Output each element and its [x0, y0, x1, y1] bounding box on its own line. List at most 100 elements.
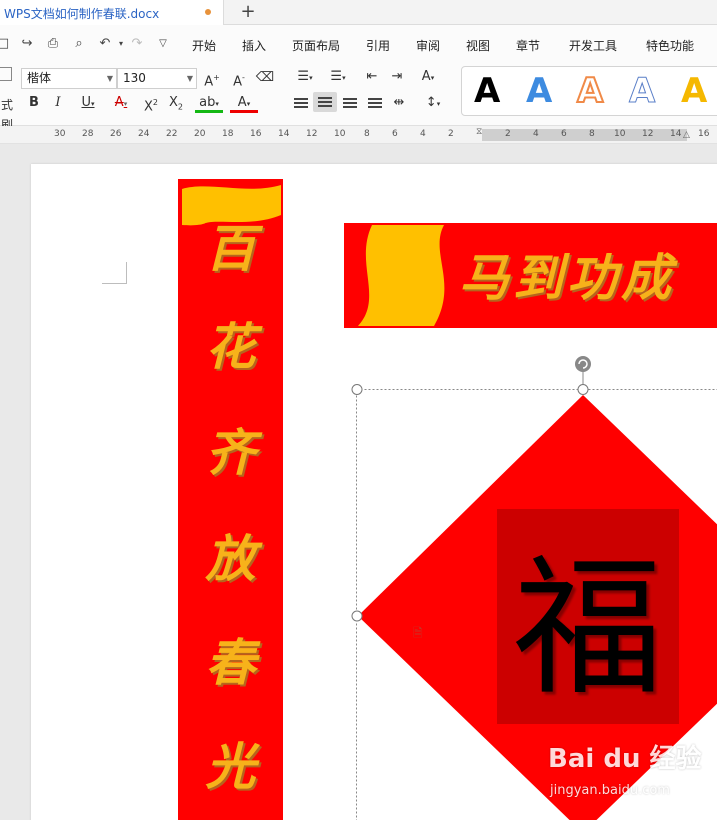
document-tab-title: WPS文档如何制作春联.docx: [4, 7, 160, 21]
menu-view[interactable]: 视图: [466, 37, 490, 54]
distributed-icon[interactable]: ⇹: [389, 93, 409, 113]
ruler-number: 16: [698, 129, 710, 139]
menu-review[interactable]: 审阅: [416, 37, 440, 54]
ruler-number: 28: [82, 129, 94, 139]
ruler-number: 10: [614, 129, 626, 139]
align-left-icon[interactable]: [291, 93, 311, 113]
ruler-number: 14: [278, 129, 290, 139]
numbering-icon[interactable]: ☰▾: [325, 67, 351, 87]
ruler-number: 4: [420, 129, 426, 139]
wps-writer-window: WPS文档如何制作春联.docx + □ ↪ ⎙ ⌕ ↶ ▾ ↷ ▽ 开始 插入…: [0, 0, 717, 820]
vertical-couplet[interactable]: 百 花 齐 放 春 光: [178, 179, 283, 820]
ruler-number: 2: [448, 129, 454, 139]
ruler-number: 26: [110, 129, 122, 139]
print-preview-icon[interactable]: ⌕: [70, 35, 88, 53]
fu-character: 福: [512, 542, 663, 716]
save-icon[interactable]: ↪: [18, 35, 36, 53]
style-orange-outline-a[interactable]: A: [576, 70, 604, 112]
style-black-a[interactable]: A: [474, 71, 500, 111]
ruler-number: 8: [589, 129, 595, 139]
rotate-handle-icon[interactable]: [575, 356, 591, 372]
font-name-select[interactable]: 楷体 ▼: [21, 68, 117, 89]
customize-toolbar-icon[interactable]: ▽: [154, 35, 172, 53]
menu-home[interactable]: 开始: [192, 37, 216, 54]
clear-formatting-icon[interactable]: ⌫: [255, 68, 275, 88]
couplet-character: 光: [205, 737, 256, 796]
couplet-character: 放: [205, 529, 256, 588]
font-size-value: 130: [123, 71, 146, 85]
superscript-icon[interactable]: X2: [141, 93, 161, 114]
style-gold-a[interactable]: A: [681, 71, 707, 111]
align-center-icon[interactable]: [313, 92, 337, 112]
horizontal-couplet-text: 马到功成: [459, 248, 675, 307]
menu-insert[interactable]: 插入: [242, 37, 266, 54]
style-blue-outline-a[interactable]: A: [628, 71, 655, 112]
redo-icon[interactable]: ↷: [128, 35, 146, 53]
menu-section[interactable]: 章节: [516, 37, 540, 54]
grow-font-icon[interactable]: A+: [202, 68, 222, 89]
right-indent-marker-icon[interactable]: △: [683, 130, 690, 140]
document-tab-bar: WPS文档如何制作春联.docx +: [0, 0, 717, 25]
menu-developer-tools[interactable]: 开发工具: [569, 37, 617, 54]
ruler-number: 24: [138, 129, 150, 139]
resize-handle-top[interactable]: [577, 384, 589, 395]
align-center-glyph: [318, 97, 332, 107]
align-left-glyph: [294, 98, 308, 108]
bold-icon[interactable]: B: [26, 93, 42, 113]
document-tab[interactable]: WPS文档如何制作春联.docx: [0, 0, 224, 25]
strikethrough-icon[interactable]: A▾: [107, 93, 135, 113]
ruler-number: 18: [222, 129, 234, 139]
ruler-number: 6: [392, 129, 398, 139]
subscript-icon[interactable]: X2: [166, 93, 186, 113]
align-right-glyph: [343, 98, 357, 108]
watermark-logo: Bai du 经验: [548, 744, 702, 774]
ruler-number: 12: [306, 129, 318, 139]
paste-icon[interactable]: [0, 67, 12, 81]
bullets-icon[interactable]: ☰▾: [292, 67, 318, 87]
couplet-character: 花: [205, 317, 256, 376]
ruler-number: 10: [334, 129, 346, 139]
unsaved-dot-icon: [205, 9, 211, 15]
ruler-number: 30: [54, 129, 66, 139]
font-name-value: 楷体: [27, 71, 52, 85]
horizontal-couplet-ribbon: [358, 225, 445, 326]
font-name-dropdown-icon: ▼: [106, 74, 113, 83]
layout-options-icon[interactable]: 🗎: [413, 624, 431, 640]
indent-marker-icon[interactable]: ⧖: [476, 127, 482, 137]
ruler-number: 2: [505, 129, 511, 139]
ruler-number: 22: [166, 129, 178, 139]
menu-special-features[interactable]: 特色功能: [646, 37, 694, 54]
watermark-url: jingyan.baidu.com: [550, 783, 670, 798]
ruler-active-region: [482, 129, 687, 141]
resize-handle-top-left[interactable]: [351, 384, 363, 395]
horizontal-couplet[interactable]: 马到功成: [344, 223, 717, 328]
couplet-character: 齐: [205, 423, 256, 482]
font-size-select[interactable]: 130 ▼: [117, 68, 197, 89]
home-ribbon: 式刷 楷体 ▼ 130 ▼ A+ A- ⌫ B I U▾ A▾ X2 X2 ab…: [0, 63, 717, 132]
ruler-number: 14: [670, 129, 682, 139]
menu-references[interactable]: 引用: [366, 37, 390, 54]
format-painter-label[interactable]: 式刷: [0, 95, 16, 132]
menu-page-layout[interactable]: 页面布局: [292, 37, 340, 54]
font-color-icon[interactable]: A▾: [230, 93, 258, 113]
text-styles-gallery: A A A A A: [461, 66, 717, 116]
ruler-number: 16: [250, 129, 262, 139]
align-right-icon[interactable]: [340, 93, 360, 113]
horizontal-ruler[interactable]: 30 28 26 24 22 20 18 16 14 12 10 8 6 4 2…: [0, 126, 717, 144]
ruler-number: 8: [364, 129, 370, 139]
resize-handle-left[interactable]: [351, 610, 363, 622]
line-spacing-icon[interactable]: ↕▾: [419, 93, 447, 113]
increase-indent-icon[interactable]: ⇥: [387, 67, 407, 87]
chinese-layout-icon[interactable]: A▾: [414, 67, 442, 87]
new-tab-button[interactable]: +: [238, 1, 258, 23]
justify-icon[interactable]: [365, 93, 385, 113]
style-blue-a[interactable]: A: [526, 71, 552, 111]
underline-icon[interactable]: U▾: [75, 93, 101, 113]
print-icon[interactable]: ⎙: [44, 35, 62, 53]
shrink-font-icon[interactable]: A-: [229, 68, 249, 89]
decrease-indent-icon[interactable]: ⇤: [362, 67, 382, 87]
italic-icon[interactable]: I: [50, 93, 66, 113]
baidu-jingyan-watermark: Bai du 经验 jingyan.baidu.com: [548, 742, 708, 804]
highlight-icon[interactable]: ab▾: [195, 93, 223, 113]
open-icon[interactable]: □: [0, 35, 12, 53]
